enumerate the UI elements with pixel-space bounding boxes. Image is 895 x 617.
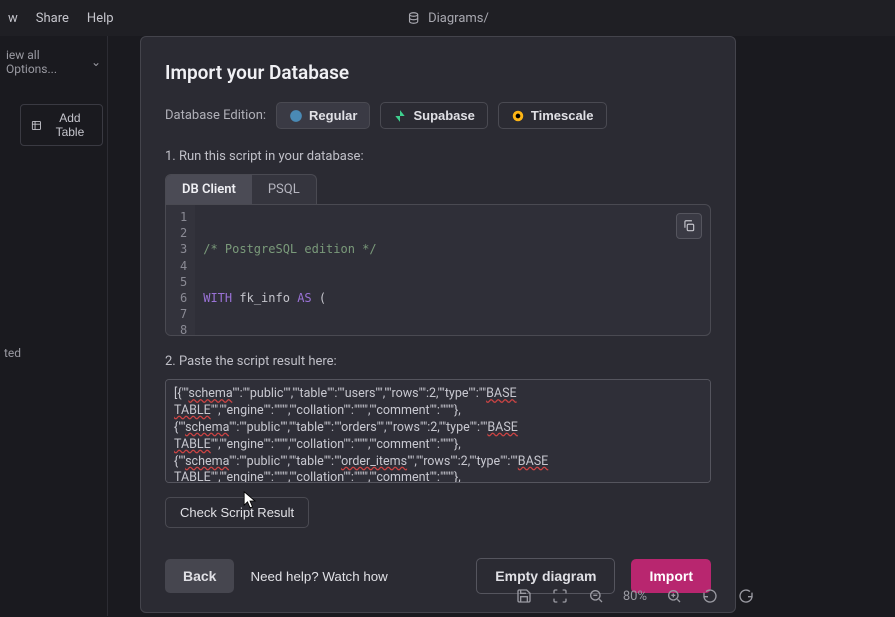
topbar: w Share Help Diagrams/ xyxy=(0,0,895,36)
code-block: 12345678 /* PostgreSQL edition */ WITH f… xyxy=(165,204,711,336)
view-options[interactable]: iew all Options... ⌄ xyxy=(4,44,103,80)
edition-label: Database Edition: xyxy=(165,108,266,123)
postgres-icon xyxy=(289,109,303,123)
add-table-button[interactable]: Add Table xyxy=(20,104,103,146)
breadcrumb-text: Diagrams/ xyxy=(428,11,489,26)
edition-row: Database Edition: Regular Supabase Times… xyxy=(165,102,711,129)
paste-textarea[interactable]: [{""schema"":""public"",""table"":""user… xyxy=(165,379,711,483)
timescale-icon xyxy=(511,109,525,123)
check-script-button[interactable]: Check Script Result xyxy=(165,497,309,528)
edition-supabase[interactable]: Supabase xyxy=(380,102,487,129)
supabase-icon xyxy=(393,109,407,123)
tab-db-client[interactable]: DB Client xyxy=(166,175,252,204)
code-lines[interactable]: /* PostgreSQL edition */ WITH fk_info AS… xyxy=(195,205,710,336)
fullscreen-icon[interactable] xyxy=(551,587,569,605)
breadcrumb[interactable]: Diagrams/ xyxy=(406,11,489,26)
table-icon xyxy=(31,119,42,132)
bottom-toolbar: 80% xyxy=(515,587,755,605)
add-table-label: Add Table xyxy=(48,111,92,139)
menu-item[interactable]: w xyxy=(8,11,18,26)
menu-item-help[interactable]: Help xyxy=(87,11,114,26)
help-link[interactable]: Need help? Watch how xyxy=(250,560,387,593)
view-options-label: iew all Options... xyxy=(6,48,87,76)
redo-icon[interactable] xyxy=(737,587,755,605)
undo-icon[interactable] xyxy=(701,587,719,605)
menu-item-share[interactable]: Share xyxy=(36,11,69,26)
left-sidebar: iew all Options... ⌄ Add Table ted xyxy=(0,36,108,616)
zoom-out-icon[interactable] xyxy=(587,587,605,605)
database-icon xyxy=(406,11,420,25)
modal-title: Import your Database xyxy=(165,61,711,84)
edition-regular[interactable]: Regular xyxy=(276,102,370,129)
back-button[interactable]: Back xyxy=(165,559,234,593)
step1-label: 1. Run this script in your database: xyxy=(165,149,711,164)
step2-label: 2. Paste the script result here: xyxy=(165,354,711,369)
tab-psql[interactable]: PSQL xyxy=(252,175,316,204)
import-modal: Import your Database Database Edition: R… xyxy=(140,36,736,613)
copy-icon xyxy=(682,219,696,233)
side-label: ted xyxy=(4,346,103,360)
copy-button[interactable] xyxy=(676,213,702,239)
edition-timescale[interactable]: Timescale xyxy=(498,102,607,129)
edition-label-text: Supabase xyxy=(413,108,474,123)
line-gutter: 12345678 xyxy=(166,205,195,336)
zoom-in-icon[interactable] xyxy=(665,587,683,605)
save-icon[interactable] xyxy=(515,587,533,605)
edition-label-text: Timescale xyxy=(531,108,594,123)
edition-label-text: Regular xyxy=(309,108,357,123)
chevron-icon: ⌄ xyxy=(91,55,101,69)
code-tabs: DB Client PSQL xyxy=(165,174,317,204)
zoom-level[interactable]: 80% xyxy=(623,589,647,604)
